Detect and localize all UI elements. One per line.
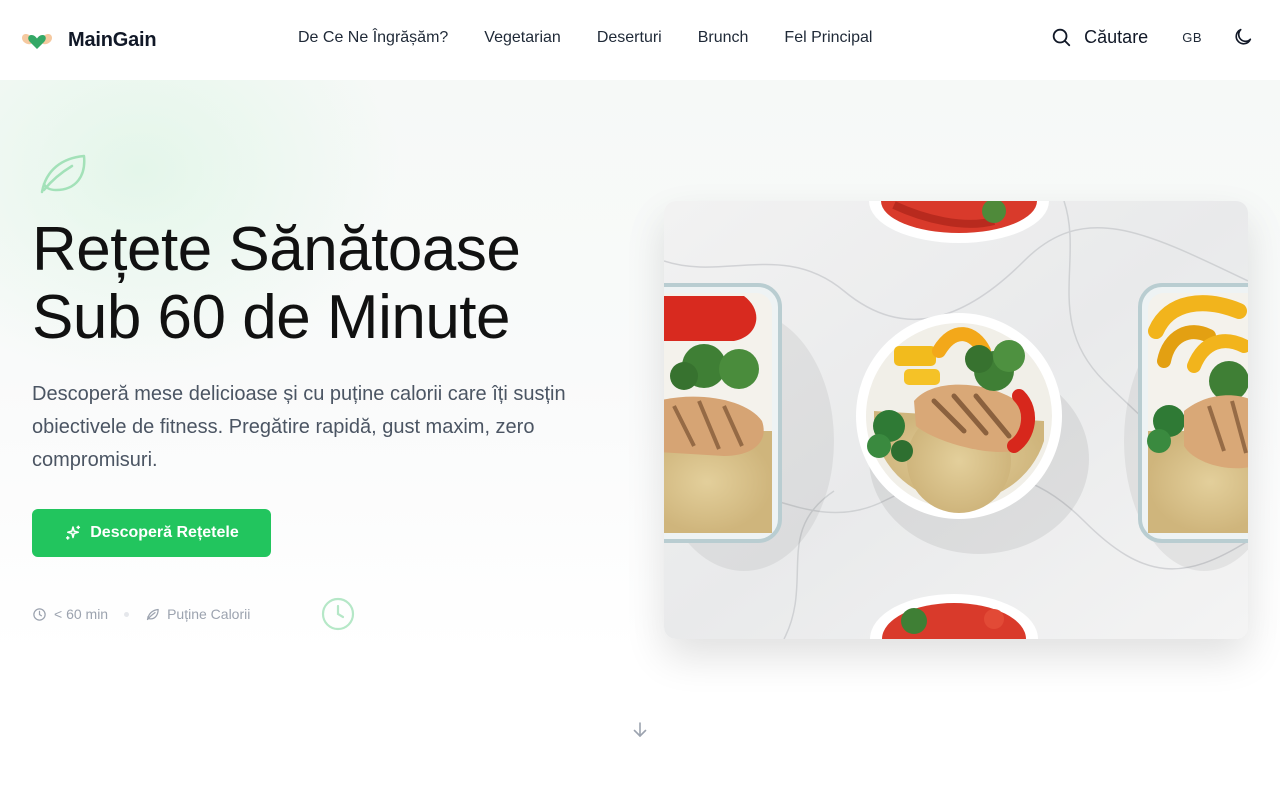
hero-title-line-1: Rețete Sănătoase [32,215,521,284]
search-icon [1052,28,1071,47]
moon-icon[interactable] [1232,26,1254,48]
meta-time-label: < 60 min [54,606,109,622]
nav-item-why-we-gain-weight[interactable]: De Ce Ne Îngrășăm? [298,29,448,47]
hero-title: Rețete Sănătoase Sub 60 de Minute [32,216,632,352]
meta-calories: Puține Calorii [145,606,250,622]
meta-calories-label: Puține Calorii [167,606,251,622]
brand-home-link[interactable]: MainGain [20,24,157,56]
hero-description: Descoperă mese delicioase și cu puține c… [32,383,566,471]
main-nav: De Ce Ne Îngrășăm? Vegetarian Deserturi … [298,29,872,47]
discover-recipes-label: Descoperă Rețetele [90,524,239,541]
clock-decoration-icon [321,597,355,631]
hero-image [664,201,1248,639]
header-actions: Căutare GB [1050,26,1254,48]
hero-section: Rețete Sănătoase Sub 60 de Minute Descop… [0,80,1280,800]
arrow-down-icon[interactable] [630,720,650,740]
nav-item-main-course[interactable]: Fel Principal [784,29,872,47]
language-switcher[interactable]: GB [1182,30,1202,45]
search-label: Căutare [1084,26,1149,47]
hero-title-line-2: Sub 60 de Minute [32,283,511,352]
sparkles-icon [66,525,81,540]
meta-time: < 60 min [32,606,108,622]
discover-recipes-button[interactable]: Descoperă Rețetele [32,509,271,557]
site-header: MainGain De Ce Ne Îngrășăm? Vegetarian D… [0,0,1280,80]
nav-item-brunch[interactable]: Brunch [698,29,749,47]
clock-icon [33,607,46,621]
nav-item-desserts[interactable]: Deserturi [597,29,662,47]
leaf-icon [146,608,159,620]
meta-separator [124,611,130,617]
nav-item-vegetarian[interactable]: Vegetarian [484,29,561,47]
search-button[interactable]: Căutare [1050,26,1148,48]
leaf-decoration-icon [40,154,86,194]
meal-bowls-illustration [664,201,1248,639]
heart-hands-logo-icon [22,34,52,49]
hero-meta: < 60 min Puține Calorii [32,606,250,622]
brand-name: MainGain [68,28,157,51]
